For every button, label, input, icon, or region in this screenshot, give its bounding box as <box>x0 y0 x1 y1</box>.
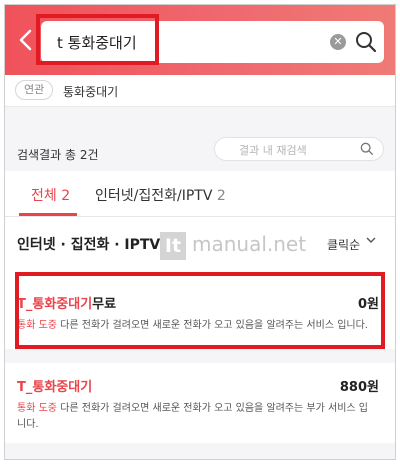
chevron-down-icon[interactable] <box>365 234 377 246</box>
desc-highlight-1: 통화 <box>17 403 36 414</box>
results-summary: 검색결과 총 2건 결과 내 재검색 전체 2 인터넷/집전화/IPTV 2 <box>5 107 395 217</box>
category-tabs: 전체 2 인터넷/집전화/IPTV 2 <box>5 171 395 217</box>
inner-search-placeholder: 결과 내 재검색 <box>239 144 307 157</box>
search-icon[interactable] <box>354 30 378 54</box>
watermark-text: manual.net <box>192 232 307 256</box>
section-title: 인터넷 · 집전화 · IPTV 2 <box>17 237 175 253</box>
highlight-box-search <box>36 14 159 65</box>
inner-search-icon[interactable] <box>359 141 375 157</box>
list-item[interactable]: T_통화중대기 880원 통화 도중 다른 전화가 걸려오면 새로운 전화가 오… <box>5 363 395 443</box>
section-header: 인터넷 · 집전화 · IPTV 2 It manual.net 클릭순 <box>5 217 395 267</box>
desc-text: 다른 전화가 걸려오면 새로운 전화가 오고 있음을 알려주는 부가 서비스 입… <box>17 403 368 430</box>
sort-dropdown[interactable]: 클릭순 <box>327 236 360 253</box>
app-frame: t 통화중대기 ✕ 연관 통화중대기 검색결과 총 2건 결과 내 재검색 전체… <box>4 4 396 460</box>
bottom-spacer <box>5 443 395 459</box>
back-button[interactable] <box>15 25 37 55</box>
related-term-link[interactable]: 통화중대기 <box>63 83 118 100</box>
clear-icon[interactable]: ✕ <box>330 34 346 50</box>
tab-all-label: 전체 <box>31 188 57 204</box>
desc-highlight-2: 도중 <box>38 403 57 414</box>
result-count: 검색결과 총 2건 <box>17 148 99 162</box>
active-tab-indicator <box>19 213 77 216</box>
chevron-left-icon <box>19 29 32 51</box>
watermark: It manual.net <box>160 230 306 264</box>
item-description: 통화 도중 다른 전화가 걸려오면 새로운 전화가 오고 있음을 알려주는 부가… <box>17 401 372 433</box>
related-searches: 연관 통화중대기 <box>5 75 395 107</box>
search-header: t 통화중대기 ✕ <box>5 5 395 75</box>
watermark-logo: It <box>160 232 186 260</box>
tab-all-count: 2 <box>61 188 71 204</box>
inner-search-input[interactable]: 결과 내 재검색 <box>214 137 384 161</box>
divider <box>5 349 395 363</box>
tab-all[interactable]: 전체 2 <box>31 185 70 205</box>
item-title: T_통화중대기 <box>17 376 92 395</box>
tab-internet-label: 인터넷/집전화/IPTV <box>95 188 213 204</box>
highlight-box-item <box>15 272 385 349</box>
item-price: 880원 <box>339 380 379 395</box>
related-chip: 연관 <box>15 80 54 100</box>
tab-internet-count: 2 <box>216 188 226 204</box>
item-title-highlight: T_통화중대기 <box>17 380 93 395</box>
tab-internet-phone-iptv[interactable]: 인터넷/집전화/IPTV 2 <box>95 185 226 205</box>
